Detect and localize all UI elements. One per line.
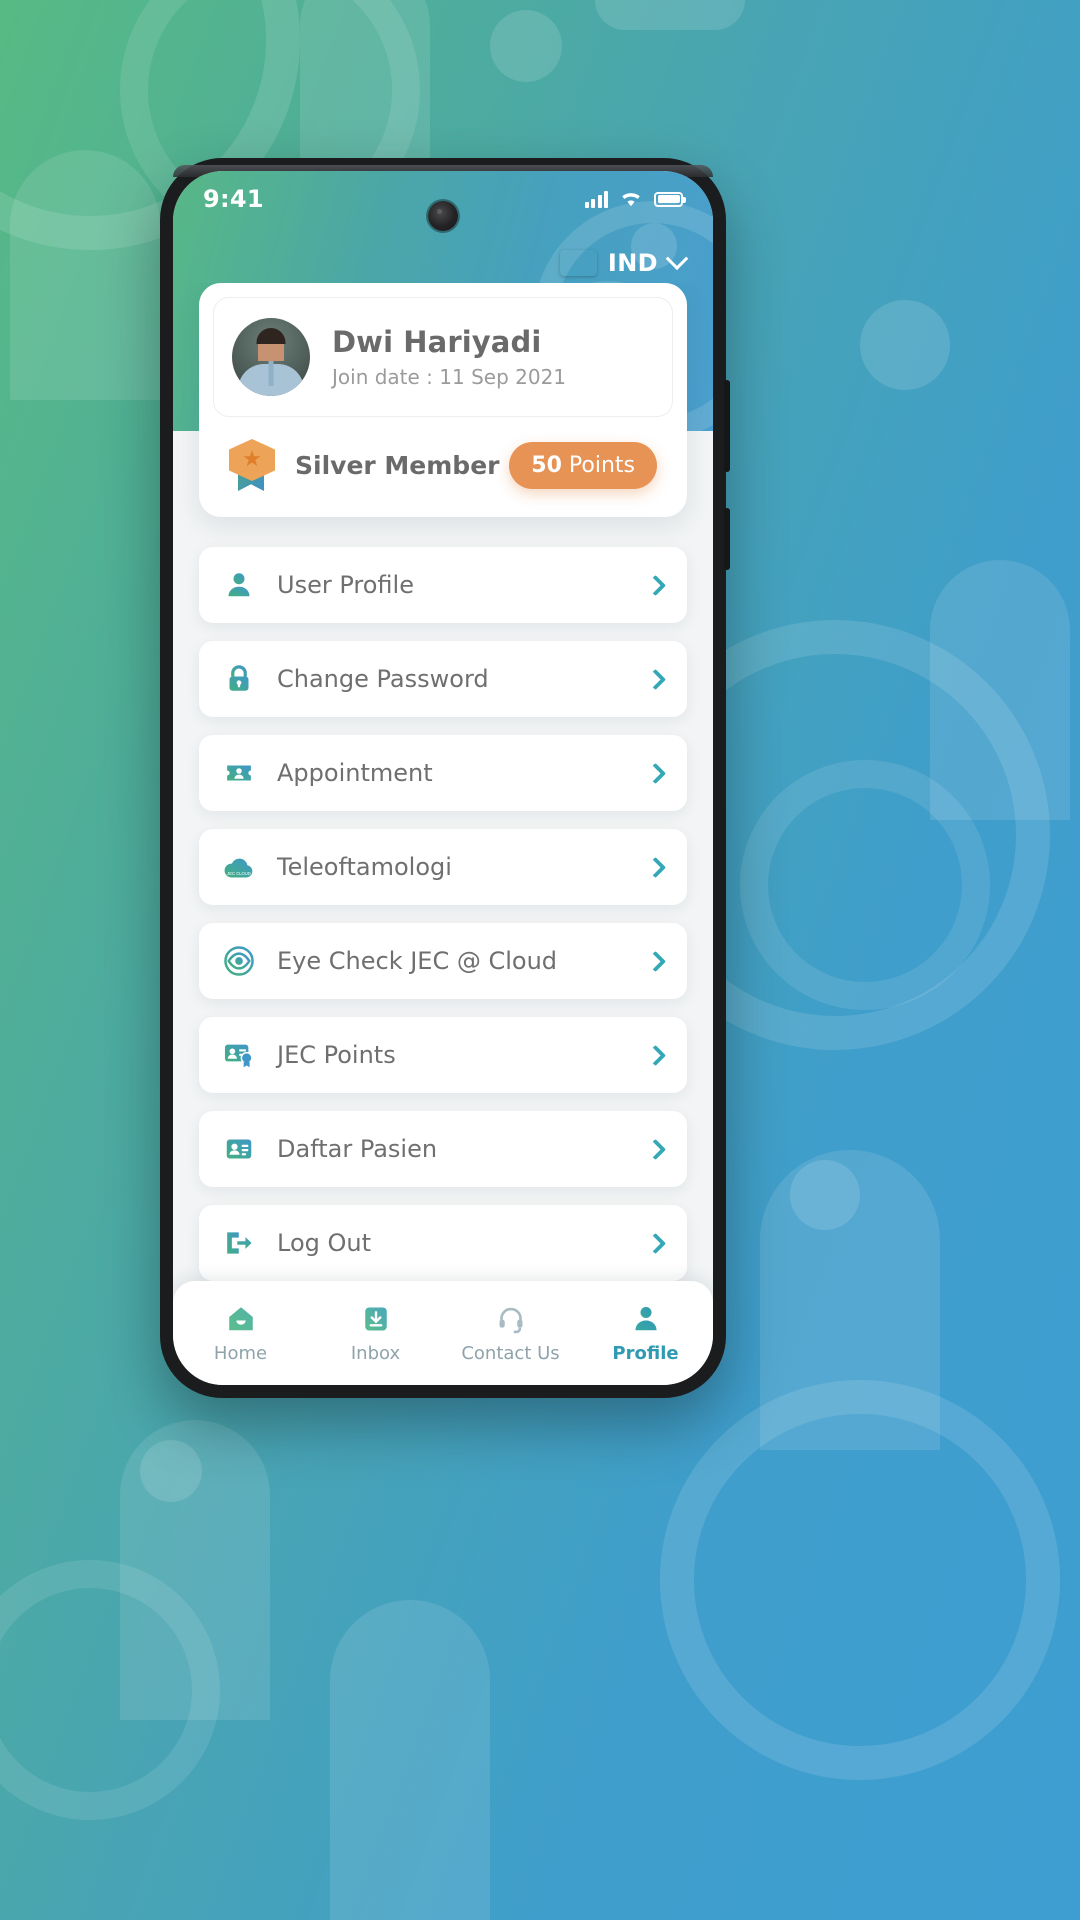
indonesia-flag-icon (560, 250, 597, 276)
chevron-right-icon[interactable] (644, 762, 667, 784)
tab-label: Inbox (350, 1343, 401, 1364)
settings-menu-list: User Profile Change Password Appointment… (199, 547, 687, 1281)
logout-icon (221, 1225, 257, 1261)
chevron-right-icon[interactable] (644, 950, 667, 972)
points-value: 50 (531, 452, 562, 478)
headset-icon (494, 1302, 528, 1336)
signal-bars-icon (584, 190, 608, 208)
tab-inbox[interactable]: Inbox (308, 1302, 443, 1364)
avatar (232, 318, 310, 396)
status-bar-clock: 9:41 (203, 185, 264, 213)
chevron-right-icon[interactable] (644, 1138, 667, 1160)
tab-home[interactable]: Home (173, 1302, 308, 1364)
home-icon (224, 1302, 258, 1336)
language-selector[interactable]: IND (560, 247, 689, 277)
tab-label: Contact Us (461, 1343, 560, 1364)
wallpaper-dot (790, 1160, 860, 1230)
power-button[interactable] (724, 508, 730, 570)
cloud-icon: JEC CLOUD (221, 849, 257, 885)
chevron-right-icon[interactable] (644, 574, 667, 596)
wifi-icon (622, 193, 640, 207)
tab-profile[interactable]: Profile (578, 1302, 713, 1364)
menu-item-label: Eye Check JEC @ Cloud (277, 947, 558, 975)
membership-row: ★ Silver Member 50 Points (213, 417, 673, 517)
wallpaper-arch (330, 1600, 490, 1920)
menu-item-label: Log Out (277, 1229, 372, 1257)
wallpaper-ring (660, 1380, 1060, 1780)
volume-button[interactable] (724, 380, 730, 472)
wallpaper-dot (860, 300, 950, 390)
menu-item-teleoftamologi[interactable]: JEC CLOUD Teleoftamologi (199, 829, 687, 905)
membership-left: ★ Silver Member (229, 439, 500, 491)
wallpaper-pill (595, 0, 745, 30)
battery-icon (654, 191, 686, 207)
bottom-navigation-bar: Home Inbox Contact Us Profile (173, 1281, 713, 1385)
wallpaper-arch (930, 560, 1070, 820)
phone-screen: 9:41 IND Dwi Hariyadi Join date: 11 Sep… (173, 171, 713, 1385)
id-card-icon (221, 1131, 257, 1167)
chevron-right-icon[interactable] (644, 668, 667, 690)
wallpaper-arch (10, 150, 160, 400)
inbox-icon (359, 1302, 393, 1336)
ticket-person-icon (221, 755, 257, 791)
eye-icon (221, 943, 257, 979)
profile-summary[interactable]: Dwi Hariyadi Join date : 11 Sep 2021 (213, 297, 673, 417)
profile-card: Dwi Hariyadi Join date : 11 Sep 2021 ★ S… (199, 283, 687, 517)
chevron-down-icon[interactable] (665, 247, 689, 271)
points-badge[interactable]: 50 Points (509, 441, 657, 489)
chevron-right-icon[interactable] (644, 856, 667, 878)
menu-item-user-profile[interactable]: User Profile (199, 547, 687, 623)
points-label: Points (568, 452, 635, 478)
page-content: Dwi Hariyadi Join date : 11 Sep 2021 ★ S… (173, 283, 713, 1385)
menu-item-jec-points[interactable]: JEC Points (199, 1017, 687, 1093)
wallpaper-dot (140, 1440, 202, 1502)
status-bar-icons (584, 190, 686, 208)
menu-item-label: Change Password (277, 665, 489, 693)
chevron-right-icon[interactable] (644, 1232, 667, 1254)
profile-join-date: Join date : 11 Sep 2021 (332, 365, 567, 389)
lock-icon (221, 661, 257, 697)
tab-label: Home (213, 1343, 268, 1364)
menu-item-eye-check[interactable]: Eye Check JEC @ Cloud (199, 923, 687, 999)
phone-device-frame: 9:41 IND Dwi Hariyadi Join date: 11 Sep… (160, 158, 730, 1398)
menu-item-label: Daftar Pasien (277, 1135, 438, 1163)
menu-item-label: Teleoftamologi (277, 853, 452, 881)
profile-text: Dwi Hariyadi Join date : 11 Sep 2021 (332, 325, 566, 389)
tab-label: Profile (612, 1343, 679, 1364)
menu-item-change-password[interactable]: Change Password (199, 641, 687, 717)
membership-tier-label: Silver Member (295, 450, 500, 480)
chevron-right-icon[interactable] (644, 1044, 667, 1066)
star-badge-icon: ★ (229, 439, 275, 491)
id-badge-icon (221, 1037, 257, 1073)
menu-item-daftar-pasien[interactable]: Daftar Pasien (199, 1111, 687, 1187)
person-icon (221, 567, 257, 603)
camera-punch-hole (428, 201, 458, 231)
svg-text:JEC CLOUD: JEC CLOUD (227, 871, 251, 876)
menu-item-label: Appointment (277, 759, 433, 787)
menu-item-label: JEC Points (277, 1041, 396, 1069)
language-label: IND (607, 249, 658, 277)
menu-item-log-out[interactable]: Log Out (199, 1205, 687, 1281)
person-icon (629, 1302, 663, 1336)
tab-contact-us[interactable]: Contact Us (443, 1302, 578, 1364)
menu-item-label: User Profile (277, 571, 414, 599)
wallpaper-dot (490, 10, 562, 82)
profile-name: Dwi Hariyadi (332, 325, 542, 359)
menu-item-appointment[interactable]: Appointment (199, 735, 687, 811)
